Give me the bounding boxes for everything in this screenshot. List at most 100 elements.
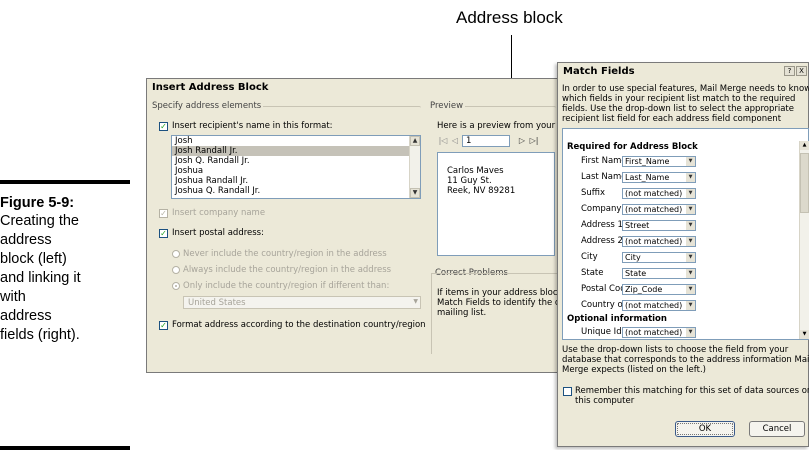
intro-line: fields. Use the drop-down list to select… xyxy=(562,104,794,114)
field-label: First Name xyxy=(581,156,627,166)
list-item[interactable]: Joshua xyxy=(172,166,420,176)
format-address-checkbox[interactable]: ✓ xyxy=(159,321,168,330)
match-dialog-title: Match Fields xyxy=(558,63,808,80)
field-select[interactable]: (not matched) ▼ xyxy=(622,204,696,215)
field-label: Last Name xyxy=(581,172,627,182)
intro-line: which fields in your recipient list matc… xyxy=(562,94,796,104)
figure-caption: Creating the address block (left) and li… xyxy=(0,212,132,345)
field-value: (not matched) xyxy=(625,328,683,337)
radio-never[interactable] xyxy=(172,250,180,258)
field-label: Suffix xyxy=(581,188,606,198)
ok-button[interactable]: OK xyxy=(675,421,735,437)
field-select[interactable]: First_Name ▼ xyxy=(622,156,696,167)
scroll-down-icon[interactable]: ▼ xyxy=(410,188,420,198)
field-select[interactable]: (not matched) ▼ xyxy=(622,327,696,338)
preview-group-label: Preview xyxy=(428,101,466,111)
recipient-name-label: Insert recipient's name in this format: xyxy=(172,121,333,131)
field-select[interactable]: (not matched) ▼ xyxy=(622,300,696,311)
field-select[interactable]: State ▼ xyxy=(622,268,696,279)
radio-always-label: Always include the country/region in the… xyxy=(183,265,392,275)
caption-line: address xyxy=(0,232,52,248)
chevron-down-icon: ▼ xyxy=(686,253,695,262)
country-value: United States xyxy=(188,298,246,308)
format-address-label: Format address according to the destinat… xyxy=(172,320,426,330)
specify-group-label: Specify address elements xyxy=(150,101,264,111)
chevron-down-icon: ▼ xyxy=(686,205,695,214)
scroll-up-icon[interactable]: ▲ xyxy=(800,141,809,150)
previous-record-icon[interactable]: ◁ xyxy=(449,135,461,147)
radio-only[interactable] xyxy=(172,282,180,290)
next-record-icon[interactable]: ▷ xyxy=(516,135,528,147)
field-value: (not matched) xyxy=(625,205,683,214)
field-label: Address 2 xyxy=(581,236,623,246)
chevron-down-icon: ▼ xyxy=(686,328,695,337)
intro-line: In order to use special features, Mail M… xyxy=(562,84,809,94)
field-select[interactable]: (not matched) ▼ xyxy=(622,188,696,199)
field-value: Street xyxy=(625,221,650,230)
radio-only-label: Only include the country/region if diffe… xyxy=(183,281,390,291)
field-value: State xyxy=(625,269,647,278)
insert-company-checkbox[interactable]: ✓ xyxy=(159,209,168,218)
correct-line: mailing list. xyxy=(437,308,487,318)
caption-line: with xyxy=(0,289,26,305)
field-value: Zip_Code xyxy=(625,285,663,294)
postal-label: Insert postal address: xyxy=(172,228,264,238)
scroll-thumb[interactable] xyxy=(800,153,809,213)
field-value: (not matched) xyxy=(625,237,683,246)
mapping-scrollbar[interactable]: ▲ ▼ xyxy=(799,141,809,339)
chevron-down-icon: ▼ xyxy=(686,157,695,166)
name-format-list[interactable]: Josh Josh Randall Jr. Josh Q. Randall Jr… xyxy=(171,135,421,199)
field-label: State xyxy=(581,268,604,278)
footer-line: database that corresponds to the address… xyxy=(562,355,809,365)
radio-never-label: Never include the country/region in the … xyxy=(183,249,387,259)
field-select[interactable]: Street ▼ xyxy=(622,220,696,231)
name-list-scrollbar[interactable]: ▲ ▼ xyxy=(409,136,420,198)
intro-line: recipient list field for each address fi… xyxy=(562,114,782,124)
scroll-down-icon[interactable]: ▼ xyxy=(800,330,809,339)
chevron-down-icon: ▼ xyxy=(413,298,418,305)
field-select[interactable]: City ▼ xyxy=(622,252,696,263)
field-select[interactable]: Zip_Code ▼ xyxy=(622,284,696,295)
field-value: (not matched) xyxy=(625,189,683,198)
field-select[interactable]: (not matched) ▼ xyxy=(622,236,696,247)
cancel-button[interactable]: Cancel xyxy=(749,421,805,437)
caption-bottom-rule xyxy=(0,446,130,450)
preview-line: Reek, NV 89281 xyxy=(447,186,516,196)
country-select[interactable]: United States ▼ xyxy=(183,296,421,309)
address-preview-box: Carlos Maves 11 Guy St. Reek, NV 89281 xyxy=(437,152,555,256)
radio-always[interactable] xyxy=(172,266,180,274)
field-value: (not matched) xyxy=(625,301,683,310)
field-value: First_Name xyxy=(625,157,670,166)
list-item[interactable]: Josh xyxy=(172,136,420,146)
footer-line: Merge expects (listed on the left.) xyxy=(562,365,706,375)
optional-header: Optional information xyxy=(567,314,667,324)
list-item[interactable]: Joshua Q. Randall Jr. xyxy=(172,186,420,196)
list-item[interactable]: Joshua Randall Jr. xyxy=(172,176,420,186)
field-value: Last_Name xyxy=(625,173,670,182)
insert-recipient-name-checkbox[interactable]: ✓ xyxy=(159,122,168,131)
chevron-down-icon: ▼ xyxy=(686,301,695,310)
caption-line: and linking it xyxy=(0,270,81,286)
scroll-up-icon[interactable]: ▲ xyxy=(410,136,420,146)
chevron-down-icon: ▼ xyxy=(686,285,695,294)
caption-line: fields (right). xyxy=(0,327,80,343)
help-icon[interactable]: ? xyxy=(784,66,795,76)
list-item[interactable]: Josh Q. Randall Jr. xyxy=(172,156,420,166)
first-record-icon[interactable]: |◁ xyxy=(437,135,449,147)
preview-line: Carlos Maves xyxy=(447,166,504,176)
list-item[interactable]: Josh Randall Jr. xyxy=(172,146,420,156)
last-record-icon[interactable]: ▷| xyxy=(528,135,540,147)
remember-line: Remember this matching for this set of d… xyxy=(575,386,809,396)
caption-line: block (left) xyxy=(0,251,67,267)
remember-checkbox[interactable] xyxy=(563,387,572,396)
insert-postal-checkbox[interactable]: ✓ xyxy=(159,229,168,238)
caption-line: address xyxy=(0,308,52,324)
caption-line: Creating the xyxy=(0,213,79,229)
record-number-field[interactable]: 1 xyxy=(462,135,510,147)
insert-dialog-title: Insert Address Block xyxy=(147,79,557,96)
close-icon[interactable]: X xyxy=(796,66,807,76)
field-value: City xyxy=(625,253,641,262)
chevron-down-icon: ▼ xyxy=(686,269,695,278)
field-select[interactable]: Last_Name ▼ xyxy=(622,172,696,183)
field-label: City xyxy=(581,252,598,262)
